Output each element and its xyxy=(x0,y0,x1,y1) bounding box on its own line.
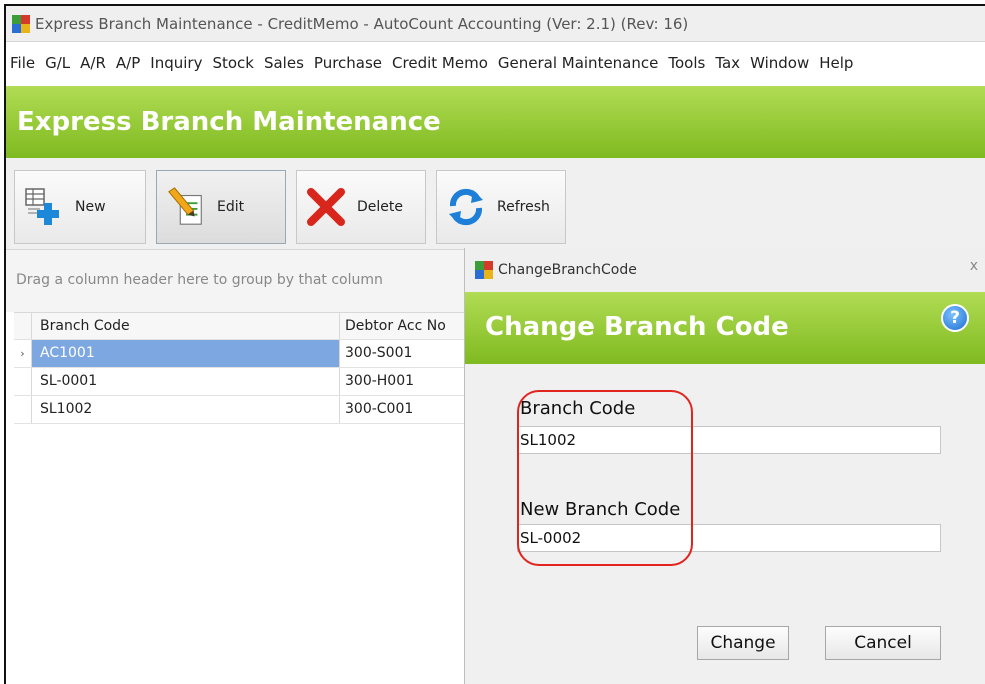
menu-stock[interactable]: Stock xyxy=(207,54,259,72)
branch-grid: Branch Code Debtor Acc No › AC1001 300-S… xyxy=(14,312,464,424)
menu-sales[interactable]: Sales xyxy=(259,54,309,72)
cell-debtor-acc-no[interactable]: 300-H001 xyxy=(340,368,464,395)
new-branch-code-field[interactable]: SL-0002 xyxy=(517,524,941,552)
grid-header-row: Branch Code Debtor Acc No xyxy=(14,312,464,340)
menu-ap[interactable]: A/P xyxy=(111,54,145,72)
page-title: Express Branch Maintenance xyxy=(17,107,441,137)
title-bar: Express Branch Maintenance - CreditMemo … xyxy=(6,6,985,42)
menu-general-maintenance[interactable]: General Maintenance xyxy=(493,54,663,72)
branch-code-label: Branch Code xyxy=(520,398,636,419)
help-icon[interactable]: ? xyxy=(941,304,969,332)
delete-button[interactable]: Delete xyxy=(296,170,426,244)
edit-button[interactable]: Edit xyxy=(156,170,286,244)
window-title: Express Branch Maintenance - CreditMemo … xyxy=(35,14,689,33)
column-header-debtor-acc-no[interactable]: Debtor Acc No xyxy=(340,313,464,339)
row-indicator xyxy=(14,396,32,423)
change-branch-code-dialog: ChangeBranchCode x Change Branch Code ? … xyxy=(464,248,985,684)
refresh-button[interactable]: Refresh xyxy=(436,170,566,244)
row-indicator-arrow: › xyxy=(14,340,32,367)
menu-help[interactable]: Help xyxy=(814,54,858,72)
menu-ar[interactable]: A/R xyxy=(75,54,111,72)
cell-debtor-acc-no[interactable]: 300-S001 xyxy=(340,340,464,367)
page-banner: Express Branch Maintenance xyxy=(6,86,985,158)
refresh-button-label: Refresh xyxy=(497,199,550,215)
edit-pencil-icon xyxy=(165,186,207,228)
branch-grid-panel: Drag a column header here to group by th… xyxy=(6,250,464,684)
cell-branch-code[interactable]: SL1002 xyxy=(32,396,340,423)
menu-bar: File G/L A/R A/P Inquiry Stock Sales Pur… xyxy=(6,43,985,83)
dialog-body: Branch Code SL1002 New Branch Code SL-00… xyxy=(465,364,985,684)
app-window: Express Branch Maintenance - CreditMemo … xyxy=(4,4,985,684)
dialog-heading: Change Branch Code xyxy=(485,312,789,342)
delete-x-icon xyxy=(305,186,347,228)
cell-branch-code[interactable]: AC1001 xyxy=(32,340,340,367)
toolbar: New Edit Delete Refresh xyxy=(6,158,985,250)
table-row[interactable]: SL-0001 300-H001 xyxy=(14,368,464,396)
new-record-icon xyxy=(23,186,65,228)
cell-debtor-acc-no[interactable]: 300-C001 xyxy=(340,396,464,423)
menu-inquiry[interactable]: Inquiry xyxy=(145,54,207,72)
new-branch-code-label: New Branch Code xyxy=(520,499,681,520)
menu-tax[interactable]: Tax xyxy=(710,54,745,72)
branch-code-field[interactable]: SL1002 xyxy=(517,426,941,454)
menu-tools[interactable]: Tools xyxy=(663,54,710,72)
dialog-title-bar: ChangeBranchCode x xyxy=(465,248,985,292)
delete-button-label: Delete xyxy=(357,199,403,215)
menu-purchase[interactable]: Purchase xyxy=(309,54,387,72)
table-row[interactable]: SL1002 300-C001 xyxy=(14,396,464,424)
row-indicator xyxy=(14,368,32,395)
column-header-branch-code[interactable]: Branch Code xyxy=(32,313,340,339)
dialog-banner: Change Branch Code ? xyxy=(465,292,985,364)
new-button[interactable]: New xyxy=(14,170,146,244)
close-icon[interactable]: x xyxy=(970,258,978,274)
edit-button-label: Edit xyxy=(217,199,245,215)
new-button-label: New xyxy=(75,199,106,215)
table-row[interactable]: › AC1001 300-S001 xyxy=(14,340,464,368)
menu-credit-memo[interactable]: Credit Memo xyxy=(387,54,493,72)
autocount-app-icon xyxy=(12,14,30,33)
menu-gl[interactable]: G/L xyxy=(40,54,75,72)
cell-branch-code[interactable]: SL-0001 xyxy=(32,368,340,395)
dialog-title: ChangeBranchCode xyxy=(498,262,637,278)
row-indicator-header xyxy=(14,313,32,339)
refresh-icon xyxy=(445,186,487,228)
autocount-app-icon xyxy=(475,261,493,279)
menu-file[interactable]: File xyxy=(6,54,40,72)
group-by-hint: Drag a column header here to group by th… xyxy=(6,250,464,312)
menu-window[interactable]: Window xyxy=(745,54,814,72)
change-button[interactable]: Change xyxy=(697,626,789,660)
cancel-button[interactable]: Cancel xyxy=(825,626,941,660)
